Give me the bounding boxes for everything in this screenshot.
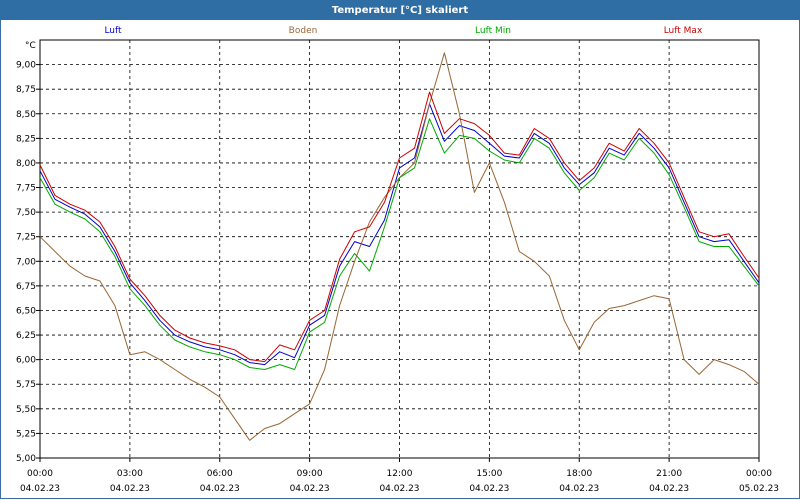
x-tick-time-label: 09:00: [297, 469, 323, 479]
temperature-chart: °C 5,00 5,25 5,50 5,75 6,00 6,25 6,50 6,75 7,00 7,…: [16, 26, 779, 494]
y-tick-label: 5,50: [16, 405, 36, 415]
x-tick-date-label: 05.02.23: [739, 484, 779, 494]
legend-entry-boden: Boden: [289, 26, 318, 36]
x-tick-date-label: 04.02.23: [110, 484, 150, 494]
x-tick-date-label: 04.02.23: [559, 484, 599, 494]
x-tick-time-label: 21:00: [656, 469, 682, 479]
x-tick-date-label: 04.02.23: [469, 484, 509, 494]
x-tick-date-label: 04.02.23: [290, 484, 330, 494]
y-tick-label: 8,25: [16, 134, 36, 144]
x-tick-time-label: 00:00: [746, 469, 772, 479]
x-tick-time-label: 15:00: [476, 469, 502, 479]
y-tick-label: 5,00: [16, 454, 36, 464]
x-tick-time-label: 03:00: [117, 469, 143, 479]
y-tick-label: 5,75: [16, 380, 36, 390]
x-tick-date-label: 04.02.23: [649, 484, 689, 494]
x-tick-date-label: 04.02.23: [200, 484, 240, 494]
y-tick-label: 6,75: [16, 282, 36, 292]
y-tick-label: 6,50: [16, 306, 36, 316]
x-tick-date-label: 04.02.23: [379, 484, 419, 494]
y-tick-label: 6,25: [16, 331, 36, 341]
y-tick-label: 8,75: [16, 85, 36, 95]
y-tick-label: 7,75: [16, 184, 36, 194]
x-tick-time-label: 12:00: [387, 469, 413, 479]
y-tick-label: 7,25: [16, 233, 36, 243]
y-tick-label: 8,50: [16, 110, 36, 120]
y-tick-label: 5,25: [16, 429, 36, 439]
y-tick-label: 7,00: [16, 257, 36, 267]
y-tick-label: 9,00: [16, 61, 36, 71]
legend-entry-luft-max: Luft Max: [664, 26, 703, 36]
x-tick-time-label: 18:00: [566, 469, 592, 479]
y-tick-label: 6,00: [16, 356, 36, 366]
legend-entry-luft: Luft: [104, 26, 122, 36]
legend-entry-luft-min: Luft Min: [475, 26, 511, 36]
x-tick-time-label: 06:00: [207, 469, 233, 479]
y-tick-label: 8,00: [16, 159, 36, 169]
y-tick-label: 7,50: [16, 208, 36, 218]
y-axis-unit-label: °C: [25, 41, 36, 51]
x-tick-date-label: 04.02.23: [20, 484, 60, 494]
x-tick-time-label: 00:00: [27, 469, 53, 479]
